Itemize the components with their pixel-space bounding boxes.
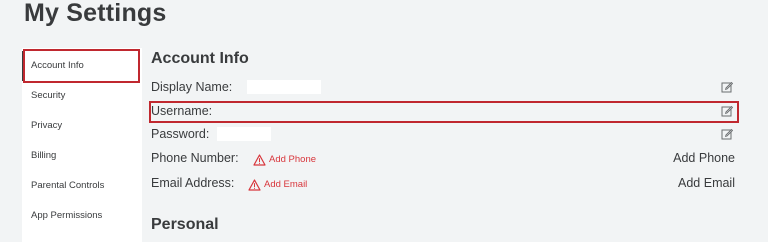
password-label: Password: (151, 127, 210, 141)
password-value (217, 127, 271, 141)
account-info-title: Account Info (151, 50, 249, 67)
email-row: Email Address: Add Email Add Email (151, 173, 736, 193)
email-warning[interactable]: Add Email (248, 175, 307, 195)
email-warning-text: Add Email (264, 179, 308, 190)
sidebar-item-parental-controls[interactable]: Parental Controls (22, 171, 142, 201)
username-row: Username: (151, 101, 736, 121)
sidebar-item-privacy[interactable]: Privacy (22, 111, 142, 141)
password-row: Password: (151, 124, 736, 144)
personal-title: Personal (151, 216, 219, 233)
sidebar-item-label: Billing (31, 150, 57, 161)
sidebar-item-label: Account Info (31, 60, 84, 71)
phone-warning-text: Add Phone (269, 154, 317, 165)
email-label: Email Address: (151, 176, 235, 190)
warning-triangle-icon (253, 154, 266, 166)
sidebar-item-account-info[interactable]: Account Info (22, 51, 142, 81)
page-title: My Settings (24, 0, 167, 27)
display-name-value (247, 80, 321, 94)
sidebar-item-label: App Permissions (31, 210, 103, 221)
display-name-label: Display Name: (151, 80, 233, 94)
sidebar-item-label: Privacy (31, 120, 63, 131)
edit-password-icon[interactable] (721, 128, 733, 140)
settings-sidebar: Account Info Security Privacy Billing Pa… (22, 48, 142, 242)
sidebar-item-app-permissions[interactable]: App Permissions (22, 201, 142, 231)
username-label: Username: (151, 104, 213, 118)
edit-display-name-icon[interactable] (721, 81, 733, 93)
sidebar-item-label: Security (31, 90, 66, 101)
warning-triangle-icon (248, 179, 261, 191)
add-phone-button[interactable]: Add Phone (673, 148, 735, 168)
phone-warning[interactable]: Add Phone (253, 150, 316, 170)
edit-username-icon[interactable] (721, 105, 733, 117)
phone-row: Phone Number: Add Phone Add Phone (151, 148, 736, 168)
display-name-row: Display Name: (151, 77, 736, 97)
sidebar-item-billing[interactable]: Billing (22, 141, 142, 171)
sidebar-item-label: Parental Controls (31, 180, 105, 191)
phone-label: Phone Number: (151, 151, 239, 165)
add-email-button[interactable]: Add Email (678, 173, 735, 193)
sidebar-item-security[interactable]: Security (22, 81, 142, 111)
